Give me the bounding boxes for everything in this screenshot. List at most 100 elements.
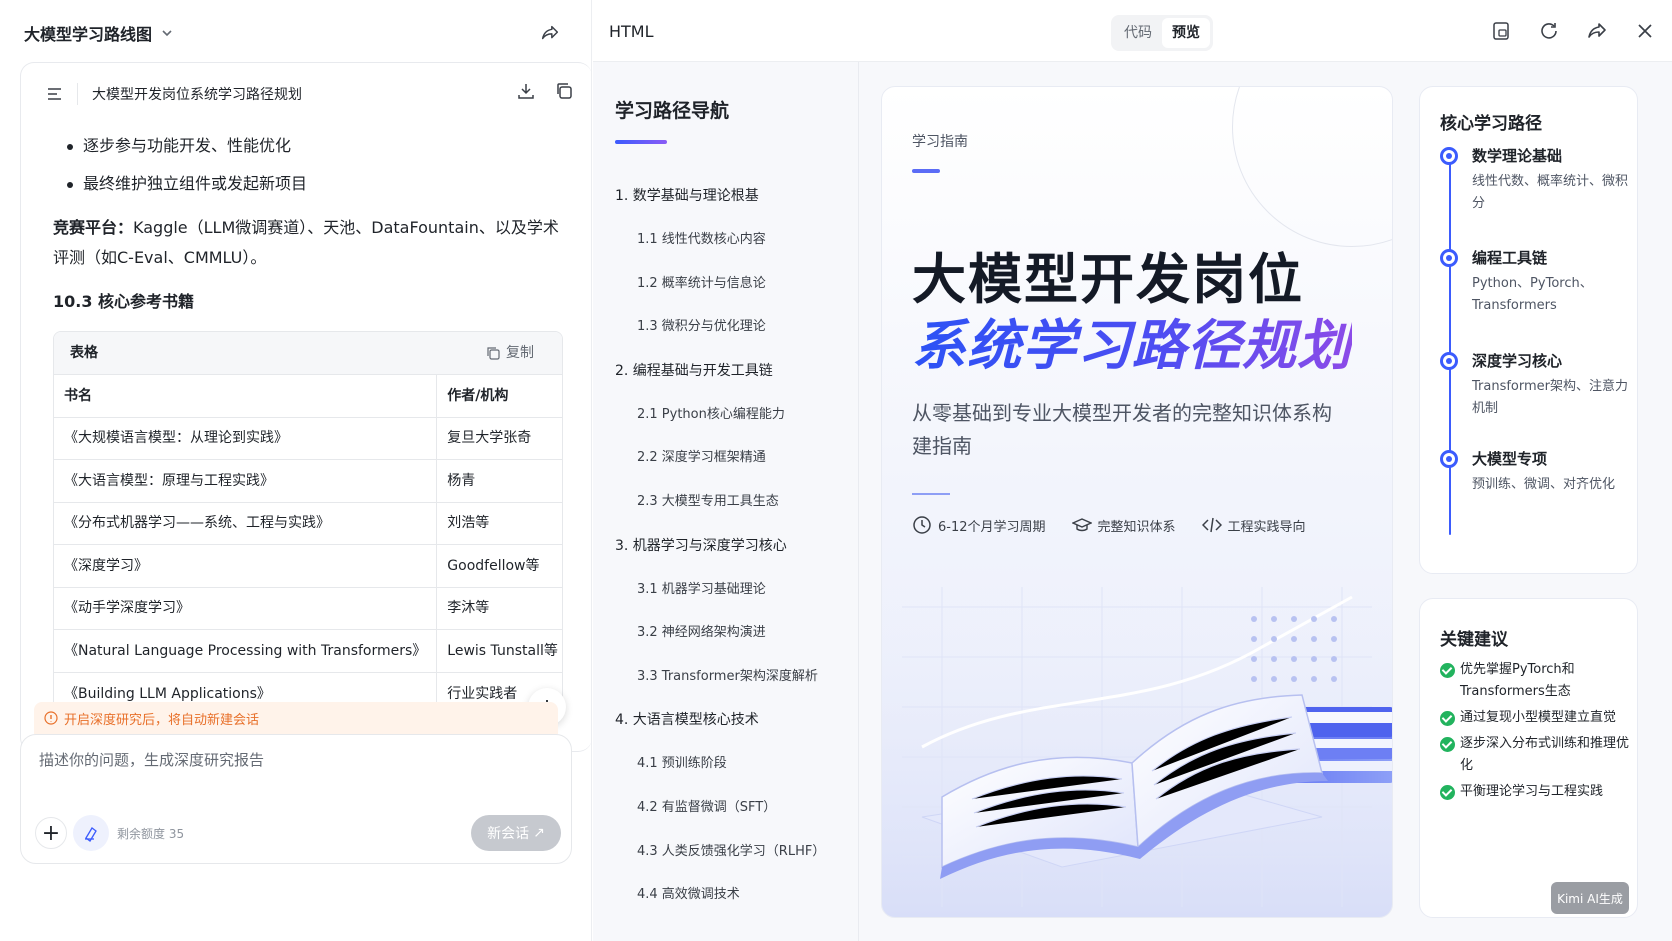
- table-label: 表格: [70, 345, 98, 361]
- list-item: 逐步参与功能开发、性能优化: [53, 127, 560, 165]
- tab-code[interactable]: 代码: [1114, 18, 1162, 48]
- nav-section-2[interactable]: 2. 编程基础与开发工具链: [615, 349, 855, 393]
- outline-menu-icon[interactable]: [47, 87, 63, 101]
- cell-title: 《动手学深度学习》: [54, 586, 437, 630]
- document-header: 大模型开发岗位系统学习路径规划: [21, 63, 592, 125]
- meta-practice-label: 工程实践导向: [1227, 519, 1306, 535]
- nav-section-3[interactable]: 3. 机器学习与深度学习核心: [615, 524, 855, 568]
- meta-practice: 工程实践导向: [1201, 515, 1306, 535]
- document-card: 大模型开发岗位系统学习路径规划 逐步参与功能开发、性能优化 最终维护独立组件或发…: [20, 62, 592, 752]
- table-toolbar: 表格 复制: [54, 332, 562, 374]
- cell-author: Goodfellow等: [436, 544, 562, 587]
- deep-research-toggle[interactable]: [73, 815, 109, 851]
- cell-author: 杨青: [436, 459, 562, 502]
- table-row: 《深度学习》 Goodfellow等: [54, 544, 562, 587]
- tip-item: 逐步深入分布式训练和推理优化: [1440, 733, 1630, 777]
- nav-item-3-1[interactable]: 3.1 机器学习基础理论: [615, 568, 855, 612]
- nav-item-3-2[interactable]: 3.2 神经网络架构演进: [615, 611, 855, 655]
- check-circle-icon: [1440, 711, 1455, 726]
- timeline-dot: [1440, 147, 1458, 165]
- artifact-type-label: HTML: [609, 22, 654, 41]
- tip-text: 平衡理论学习与工程实践: [1460, 784, 1604, 799]
- check-circle-icon: [1440, 663, 1455, 678]
- decorative-circle: [1232, 87, 1392, 247]
- timeline-dot: [1440, 352, 1458, 370]
- chevron-down-icon[interactable]: [160, 26, 174, 40]
- cell-title: 《大规模语言模型：从理论到实践》: [54, 416, 437, 460]
- check-circle-icon: [1440, 737, 1455, 752]
- table-row: 《分布式机器学习——系统、工程与实践》 刘浩等: [54, 501, 562, 545]
- tip-text: 通过复现小型模型建立直觉: [1460, 710, 1617, 725]
- nav-item-4-4[interactable]: 4.4 高效微调技术: [615, 873, 855, 917]
- chat-title[interactable]: 大模型学习路线图: [24, 21, 152, 45]
- code-icon: [1201, 517, 1222, 533]
- tip-item: 通过复现小型模型建立直觉: [1440, 707, 1630, 729]
- document-title: 大模型开发岗位系统学习路径规划: [92, 87, 302, 103]
- tab-preview[interactable]: 预览: [1162, 18, 1210, 48]
- timeline-item-desc: Python、PyTorch、Transformers: [1472, 276, 1593, 313]
- nav-item-2-2[interactable]: 2.2 深度学习框架精通: [615, 436, 855, 480]
- notice-text: 开启深度研究后，将自动新建会话: [64, 712, 260, 728]
- table-copy-button[interactable]: 复制: [486, 338, 534, 368]
- cell-title: 《分布式机器学习——系统、工程与实践》: [54, 501, 437, 545]
- core-path-card: 核心学习路径 数学理论基础 线性代数、概率统计、微积分 编程工具链 Python…: [1419, 86, 1638, 574]
- hero-tag: 学习指南: [912, 134, 968, 150]
- hero-subtitle: 从零基础到专业大模型开发者的完整知识体系构建指南: [912, 401, 1332, 458]
- save-file-icon[interactable]: [1490, 20, 1512, 42]
- cell-author: 刘浩等: [436, 501, 562, 545]
- refresh-icon[interactable]: [1538, 20, 1560, 42]
- nav-item-1-2[interactable]: 1.2 概率统计与信息论: [615, 262, 855, 306]
- tip-item: 平衡理论学习与工程实践: [1440, 781, 1630, 803]
- nav-item-1-3[interactable]: 1.3 微积分与优化理论: [615, 305, 855, 349]
- share-icon[interactable]: [1586, 20, 1608, 42]
- column-header-author: 作者/机构: [436, 374, 562, 417]
- graduation-cap-icon: [1071, 518, 1092, 532]
- table-row: 《Natural Language Processing with Transf…: [54, 629, 562, 672]
- nav-item-4-1[interactable]: 4.1 预训练阶段: [615, 742, 855, 786]
- nav-title: 学习路径导航: [615, 100, 730, 122]
- nav-title-underline: [615, 140, 667, 144]
- hero-card: 学习指南 大模型开发岗位 系统学习路径规划 从零基础到专业大模型开发者的完整知识…: [881, 86, 1393, 918]
- nav-section-4[interactable]: 4. 大语言模型核心技术: [615, 698, 855, 742]
- arrow-up-right-icon: ↗: [533, 825, 545, 841]
- open-book-illustration: [882, 567, 1392, 917]
- books-table: 表格 复制 书名 作者/机构 《大规模语言模型：从理论到实践》 复旦大学张奇 《大…: [53, 331, 563, 716]
- download-icon[interactable]: [516, 81, 536, 101]
- chat-input-box[interactable]: 描述你的问题，生成深度研究报告 + 剩余额度 35 新会话 ↗: [20, 734, 572, 864]
- deep-research-notice: 开启深度研究后，将自动新建会话: [34, 702, 558, 734]
- add-attachment-button[interactable]: +: [35, 817, 67, 849]
- nav-list: 1. 数学基础与理论根基 1.1 线性代数核心内容 1.2 概率统计与信息论 1…: [615, 174, 855, 917]
- nav-item-2-1[interactable]: 2.1 Python核心编程能力: [615, 393, 855, 437]
- key-tips-title: 关键建议: [1440, 630, 1508, 650]
- nav-item-2-3[interactable]: 2.3 大模型专用工具生态: [615, 480, 855, 524]
- tip-text: 逐步深入分布式训练和推理优化: [1460, 736, 1630, 773]
- close-icon[interactable]: [1634, 20, 1656, 42]
- nav-item-1-1[interactable]: 1.1 线性代数核心内容: [615, 218, 855, 262]
- meta-knowledge-label: 完整知识体系: [1097, 519, 1176, 535]
- timeline-item-title: 编程工具链: [1472, 249, 1548, 267]
- ai-generated-badge: Kimi AI生成: [1551, 882, 1629, 914]
- nav-item-4-3[interactable]: 4.3 人类反馈强化学习（RLHF）: [615, 830, 855, 874]
- hero-title-line2: 系统学习路径规划: [912, 301, 1352, 380]
- copy-icon[interactable]: [554, 81, 574, 101]
- nav-item-3-3[interactable]: 3.3 Transformer架构深度解析: [615, 655, 855, 699]
- timeline-line: [1449, 163, 1451, 535]
- hero-divider: [912, 493, 950, 495]
- new-chat-button[interactable]: 新会话 ↗: [471, 815, 561, 851]
- tip-item: 优先掌握PyTorch和Transformers生态: [1440, 659, 1630, 703]
- section-heading: 10.3 核心参考书籍: [53, 292, 195, 311]
- nav-section-1[interactable]: 1. 数学基础与理论根基: [615, 174, 855, 218]
- nav-item-4-2[interactable]: 4.2 有监督微调（SFT）: [615, 786, 855, 830]
- timeline-item-desc: Transformer架构、注意力机制: [1472, 379, 1629, 416]
- bullet-list: 逐步参与功能开发、性能优化 最终维护独立组件或发起新项目: [53, 127, 560, 203]
- copy-icon: [487, 347, 500, 360]
- share-icon[interactable]: [539, 22, 561, 44]
- preview-topbar: HTML 代码 预览: [593, 0, 1672, 62]
- competition-label: 竞赛平台：: [53, 218, 134, 237]
- copy-label: 复制: [506, 345, 534, 361]
- data-table: 书名 作者/机构 《大规模语言模型：从理论到实践》 复旦大学张奇 《大语言模型：原…: [54, 374, 562, 715]
- research-icon: [85, 827, 97, 842]
- chat-input-placeholder[interactable]: 描述你的问题，生成深度研究报告: [39, 749, 264, 770]
- timeline-item-desc: 预训练、微调、对齐优化: [1472, 477, 1616, 492]
- clock-icon: [913, 516, 931, 534]
